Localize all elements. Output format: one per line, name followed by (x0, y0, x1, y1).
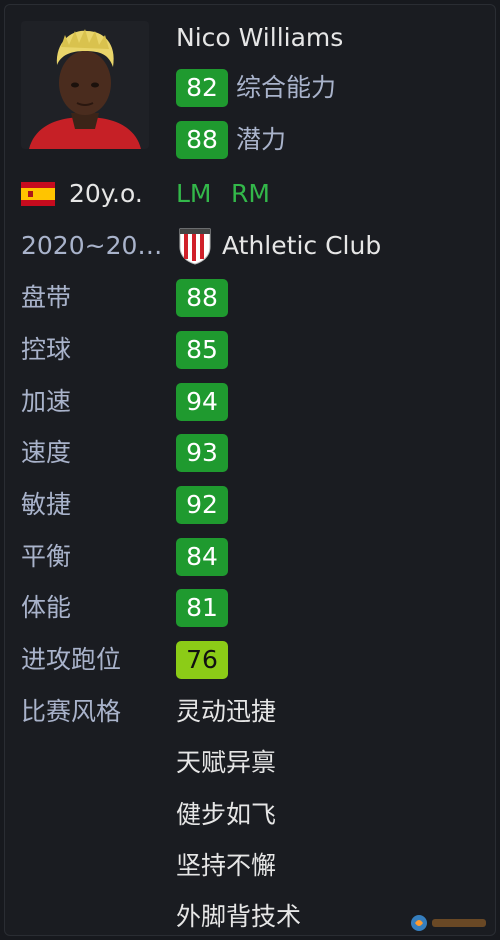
overall-label: 综合能力 (236, 73, 337, 102)
player-photo (21, 21, 149, 149)
play-style-item: 健步如飞 (176, 800, 277, 829)
position-lm: LM (176, 179, 212, 208)
attr-label-stamina: 体能 (21, 593, 72, 622)
attr-value-ball-control: 85 (176, 331, 228, 369)
attr-label-balance: 平衡 (21, 542, 72, 571)
spain-flag-icon (21, 182, 55, 206)
attr-value-acceleration: 94 (176, 383, 228, 421)
play-style-item: 外脚背技术 (176, 902, 302, 931)
athletic-club-crest-icon (179, 228, 211, 265)
site-watermark-logo (411, 915, 486, 931)
overall-rating-badge: 82 (176, 69, 228, 107)
club-tenure: 2020~20… (21, 231, 163, 260)
attr-value-stamina: 81 (176, 589, 228, 627)
play-style-label: 比赛风格 (21, 697, 122, 726)
attr-value-speed: 93 (176, 434, 228, 472)
attr-label-acceleration: 加速 (21, 387, 72, 416)
play-style-item: 坚持不懈 (176, 851, 277, 880)
potential-rating-badge: 88 (176, 121, 228, 159)
play-style-item: 天赋异禀 (176, 748, 277, 777)
player-photo-illustration (21, 21, 149, 149)
attr-label-attack-positioning: 进攻跑位 (21, 645, 122, 674)
player-name: Nico Williams (176, 23, 344, 52)
attr-value-attack-positioning: 76 (176, 641, 228, 679)
player-age: 20y.o. (69, 179, 143, 208)
attr-label-dribbling: 盘带 (21, 283, 72, 312)
attr-value-agility: 92 (176, 486, 228, 524)
play-style-item: 灵动迅捷 (176, 697, 277, 726)
potential-label: 潜力 (236, 125, 287, 154)
attr-label-ball-control: 控球 (21, 335, 72, 364)
attr-value-dribbling: 88 (176, 279, 228, 317)
player-card: Nico Williams 82 综合能力 88 潜力 20y.o. LM RM… (4, 4, 496, 936)
attr-label-speed: 速度 (21, 438, 72, 467)
attr-label-agility: 敏捷 (21, 490, 72, 519)
club-name: Athletic Club (222, 231, 382, 260)
attr-value-balance: 84 (176, 538, 228, 576)
position-rm: RM (231, 179, 270, 208)
